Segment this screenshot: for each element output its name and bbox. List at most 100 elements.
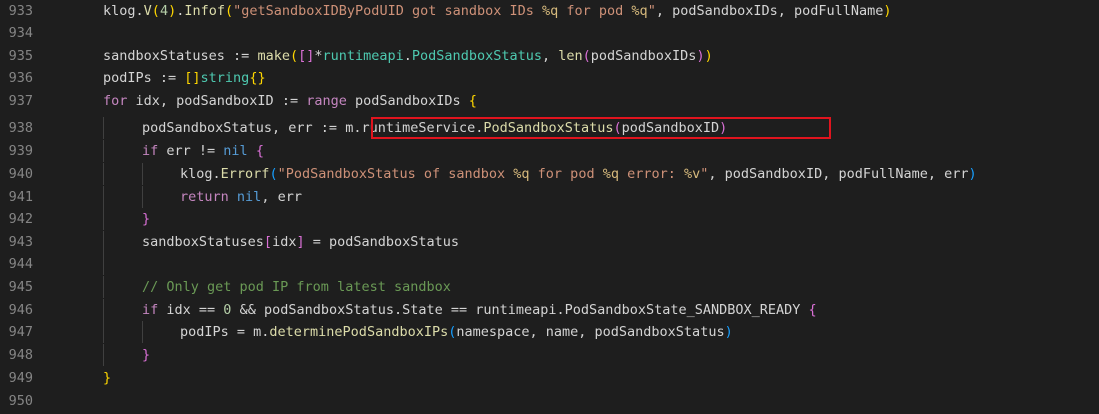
- code-token: nil: [236, 189, 262, 205]
- code-token: idx: [272, 234, 297, 250]
- code-token: range: [306, 93, 347, 109]
- code-token: ]: [296, 234, 305, 250]
- line-number: 939: [8, 143, 33, 159]
- code-text: if err != nil {: [142, 140, 264, 162]
- code-token: determinePodSandboxIPs: [269, 324, 449, 340]
- code-token: for: [103, 93, 128, 109]
- code-token: .: [403, 48, 412, 64]
- code-token: podIPs = m.: [180, 324, 270, 340]
- line-number: 942: [8, 211, 33, 227]
- code-token: idx, podSandboxID :=: [127, 93, 307, 109]
- code-text: for idx, podSandboxID := range podSandbo…: [103, 90, 477, 112]
- code-editor[interactable]: 933 klog.V(4).Infof("getSandboxIDByPodUID…: [0, 0, 1099, 414]
- code-text: }: [142, 344, 150, 366]
- code-text: klog.Errorf("PodSandboxStatus of sandbox…: [180, 163, 977, 185]
- code-token: ): [696, 48, 705, 64]
- code-line[interactable]: 944: [0, 253, 1099, 275]
- code-token: %v: [684, 166, 701, 182]
- code-token: (: [225, 3, 234, 19]
- code-token: "getSandboxIDByPodUID got sandbox IDs: [233, 3, 542, 19]
- code-token: && podSandboxStatus.State == runtimeapi.…: [231, 302, 809, 318]
- line-number: 935: [8, 48, 33, 64]
- line-number: 943: [8, 234, 33, 250]
- code-token: "PodSandboxStatus of sandbox: [277, 166, 514, 182]
- indent-guide: [103, 276, 104, 298]
- code-token: ): [704, 48, 713, 64]
- code-token: %q: [542, 3, 559, 19]
- code-token: 4: [159, 3, 169, 19]
- code-text: // Only get pod IP from latest sandbox: [142, 276, 451, 298]
- code-token: }: [142, 211, 151, 227]
- code-text: podIPs = m.determinePodSandboxIPs(namesp…: [180, 321, 733, 343]
- code-token: %q: [602, 166, 619, 182]
- code-line[interactable]: 946 if idx == 0 && podSandboxStatus.State…: [0, 299, 1099, 321]
- code-line[interactable]: 933 klog.V(4).Infof("getSandboxIDByPodUID…: [0, 0, 1099, 22]
- line-number: 937: [8, 93, 33, 109]
- code-line[interactable]: 949}: [0, 367, 1099, 389]
- code-token: (: [269, 166, 278, 182]
- indent-guide: [103, 208, 104, 230]
- indent-guide: [142, 321, 143, 343]
- line-number: 945: [8, 279, 33, 295]
- code-line[interactable]: 950: [0, 390, 1099, 412]
- code-token: runtimeapi: [322, 48, 404, 64]
- line-number: 934: [8, 25, 33, 41]
- code-line[interactable]: 940 klog.Errorf("PodSandboxStatus of sand…: [0, 163, 1099, 185]
- code-token: , err: [261, 189, 302, 205]
- code-token: = podSandboxStatus: [304, 234, 460, 250]
- code-token: V: [143, 3, 152, 19]
- code-token: namespace, name, podSandboxStatus: [456, 324, 725, 340]
- line-number: 948: [8, 347, 33, 363]
- code-line[interactable]: 948}: [0, 344, 1099, 366]
- code-line[interactable]: 942}: [0, 208, 1099, 230]
- code-token: ): [883, 3, 892, 19]
- code-line[interactable]: 936 podIPs := []string{}: [0, 67, 1099, 89]
- code-token: []: [298, 48, 315, 64]
- code-token: ): [724, 324, 733, 340]
- code-token: for pod: [529, 166, 603, 182]
- line-number: 941: [8, 189, 33, 205]
- code-token: {}: [249, 70, 266, 86]
- indent-guide: [142, 186, 143, 208]
- code-token: .: [135, 3, 144, 19]
- code-token: sandboxStatuses: [142, 234, 264, 250]
- code-token: (: [289, 48, 299, 64]
- code-token: sandboxStatuses :=: [103, 48, 258, 64]
- code-token: {: [255, 143, 264, 159]
- code-token: []: [184, 70, 201, 86]
- code-line[interactable]: 934: [0, 22, 1099, 44]
- code-token: Infof: [184, 3, 225, 19]
- code-token: klog: [180, 166, 213, 182]
- line-number: 940: [8, 166, 33, 182]
- code-text: podIPs := []string{}: [103, 67, 266, 89]
- indent-guide: [142, 163, 143, 185]
- line-number: 936: [8, 70, 33, 86]
- code-token: // Only get pod IP from latest sandbox: [142, 279, 451, 295]
- code-token: klog: [103, 3, 136, 19]
- line-number: 938: [8, 120, 33, 136]
- code-line[interactable]: 947 podIPs = m.determinePodSandboxIPs(nam…: [0, 321, 1099, 343]
- code-line[interactable]: 935 sandboxStatuses := make([]*runtimeapi…: [0, 45, 1099, 67]
- code-line[interactable]: 941 return nil, err: [0, 186, 1099, 208]
- indent-guide: [103, 186, 104, 208]
- code-token: return: [180, 189, 229, 205]
- code-line[interactable]: 939 if err != nil {: [0, 140, 1099, 162]
- code-token: idx ==: [158, 302, 224, 318]
- code-line[interactable]: 937 for idx, podSandboxID := range podSan…: [0, 90, 1099, 112]
- code-token: %q: [631, 3, 648, 19]
- code-token: }: [103, 370, 112, 386]
- code-token: string: [200, 70, 250, 86]
- code-line[interactable]: 943 sandboxStatuses[idx] = podSandboxStat…: [0, 231, 1099, 253]
- code-token: (: [582, 48, 591, 64]
- code-line[interactable]: 945 // Only get pod IP from latest sandbo…: [0, 276, 1099, 298]
- code-text: }: [142, 208, 150, 230]
- code-text: }: [103, 367, 111, 389]
- code-token: ): [168, 3, 177, 19]
- indent-guide: [103, 321, 104, 343]
- code-text: klog.V(4).Infof("getSandboxIDByPodUID go…: [103, 0, 892, 22]
- code-token: nil: [223, 143, 248, 159]
- code-token: error:: [618, 166, 684, 182]
- code-token: (: [151, 3, 160, 19]
- code-token: err !=: [158, 143, 224, 159]
